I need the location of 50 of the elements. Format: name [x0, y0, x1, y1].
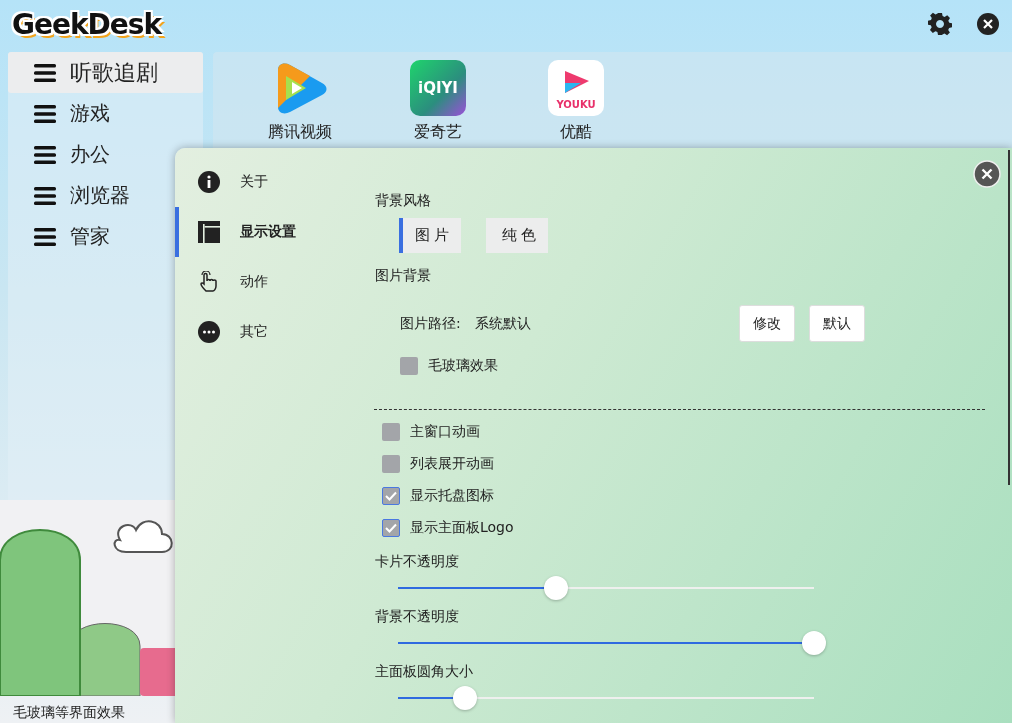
slider-thumb[interactable]	[802, 631, 826, 655]
caption-text: 毛玻璃等界面效果	[13, 704, 125, 722]
app-icon[interactable]: YOUKU	[548, 60, 604, 116]
app-label[interactable]: 爱奇艺	[414, 122, 462, 143]
sidebar-item[interactable]: 游戏	[8, 93, 203, 134]
style-option[interactable]: 纯 色	[486, 218, 548, 253]
checkbox[interactable]	[382, 487, 400, 505]
checkbox-label: 列表展开动画	[410, 455, 494, 473]
checkbox[interactable]	[382, 455, 400, 473]
style-option[interactable]: 图 片	[399, 218, 461, 253]
nav-tab[interactable]: 动作	[175, 257, 360, 307]
settings-icon[interactable]	[928, 12, 952, 36]
action-button[interactable]: 修改	[739, 305, 795, 342]
checkbox[interactable]	[382, 423, 400, 441]
layout-icon	[198, 221, 220, 243]
checkbox-label: 毛玻璃效果	[428, 357, 498, 375]
menu-icon	[34, 226, 56, 247]
menu-icon	[34, 144, 56, 165]
check-icon	[385, 491, 397, 501]
scrollbar[interactable]	[1008, 150, 1010, 485]
path-label: 图片路径:	[400, 314, 461, 333]
logo-text: YOUKU	[556, 98, 596, 110]
logo-text: iQIYI	[418, 79, 458, 97]
nav-tab[interactable]: 显示设置	[175, 207, 360, 257]
menu-icon	[34, 185, 56, 206]
checkbox[interactable]	[382, 519, 400, 537]
sidebar-item[interactable]: 听歌追剧	[8, 52, 203, 93]
action-button[interactable]: 默认	[809, 305, 865, 342]
more-icon	[198, 321, 220, 343]
path-value: 系统默认	[474, 314, 531, 333]
app-label[interactable]: 优酷	[560, 122, 592, 143]
menu-icon	[34, 103, 56, 124]
close-icon[interactable]	[976, 12, 1000, 36]
slider-label: 主面板圆角大小	[375, 663, 474, 681]
menu-icon	[34, 62, 56, 83]
app-label[interactable]: 腾讯视频	[268, 122, 332, 143]
section-title: 背景风格	[375, 191, 432, 210]
checkbox-label: 主窗口动画	[410, 423, 480, 441]
checkbox-label: 显示托盘图标	[410, 487, 494, 505]
app-logo: GeekDesk	[12, 7, 162, 41]
nav-tab[interactable]: 其它	[175, 307, 360, 357]
close-icon[interactable]	[973, 160, 1001, 188]
hand-icon	[198, 271, 220, 293]
checkbox[interactable]	[400, 357, 418, 375]
checkbox-label: 显示主面板Logo	[410, 519, 514, 537]
slider-label: 背景不透明度	[375, 608, 460, 626]
info-icon	[198, 171, 220, 193]
check-icon	[385, 523, 397, 533]
slider-label: 卡片不透明度	[375, 553, 460, 571]
section-title: 图片背景	[375, 266, 432, 285]
